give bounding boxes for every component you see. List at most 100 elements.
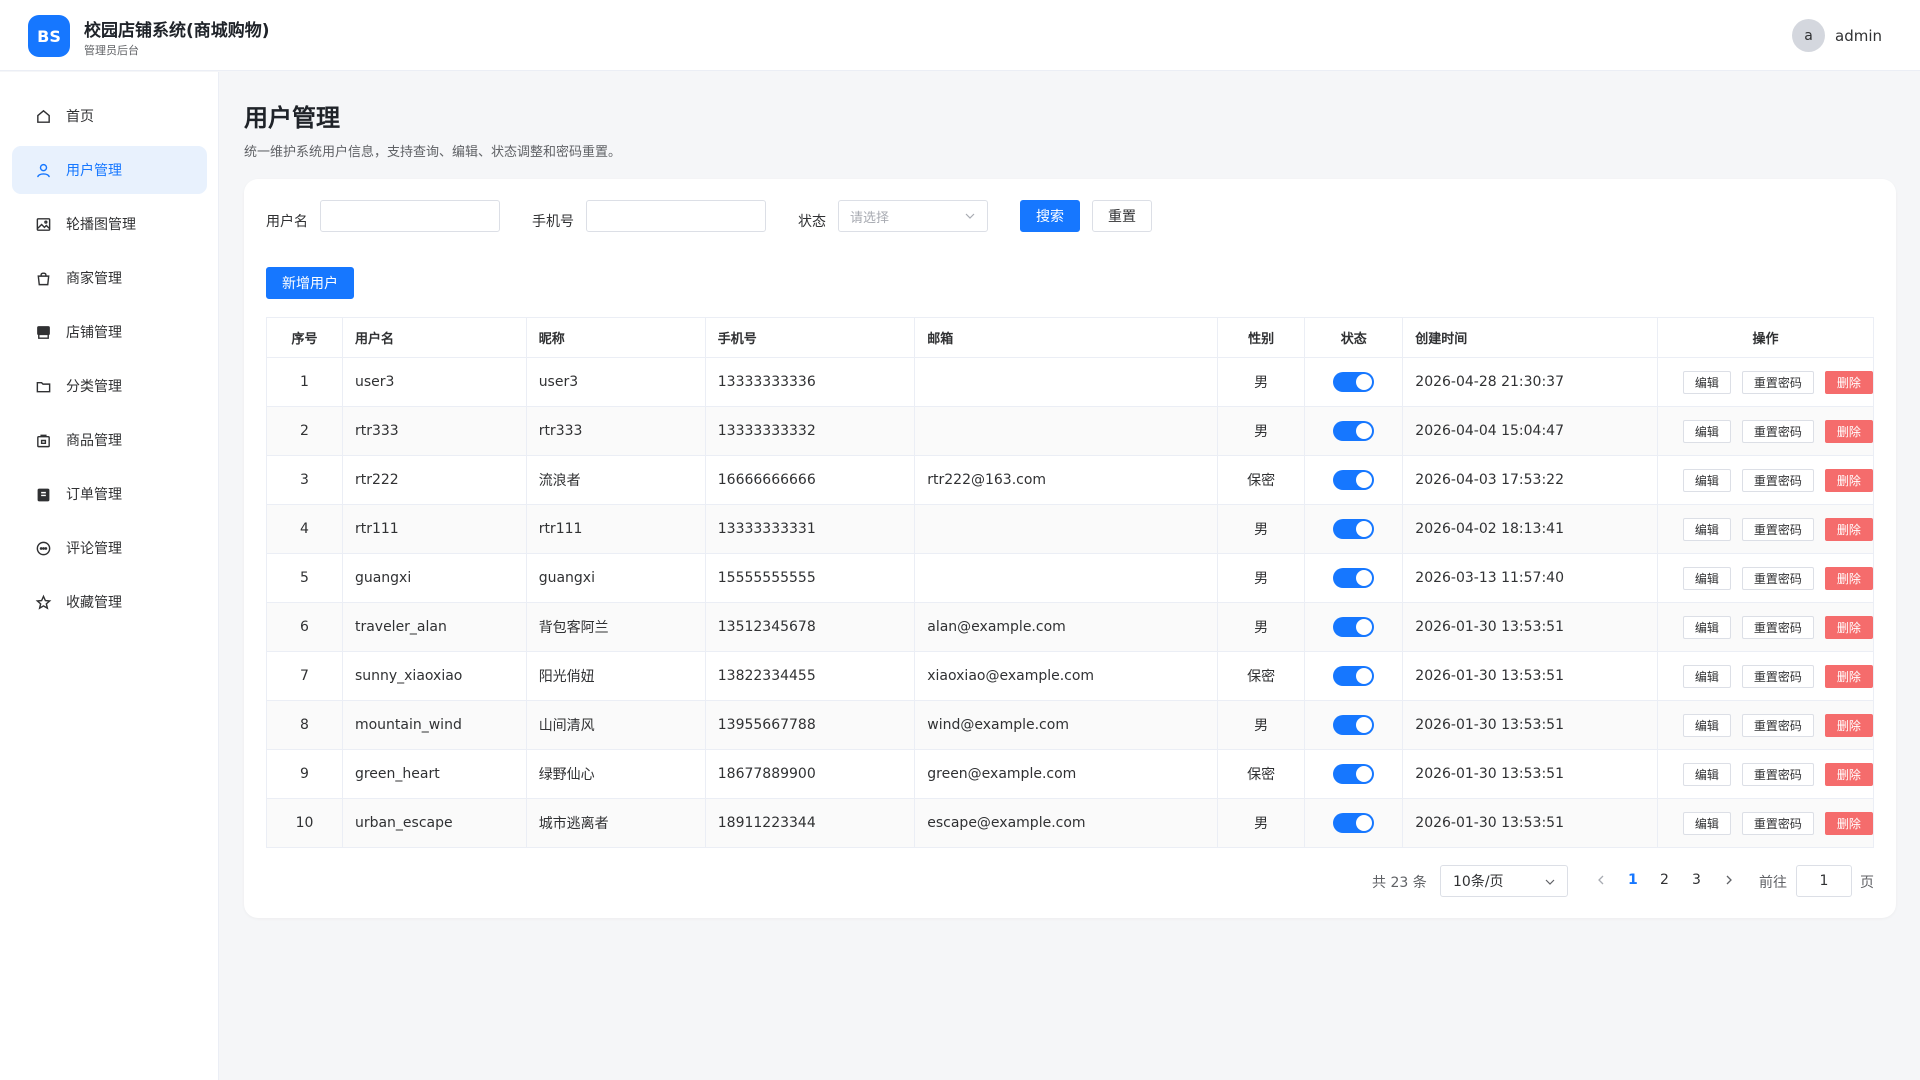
sidebar-item-2[interactable]: 轮播图管理 xyxy=(12,200,207,248)
status-select[interactable]: 请选择 xyxy=(838,200,988,232)
cell-phone: 13512345678 xyxy=(705,602,916,652)
delete-button[interactable]: 删除 xyxy=(1824,664,1873,688)
edit-button[interactable]: 编辑 xyxy=(1682,664,1731,688)
delete-button[interactable]: 删除 xyxy=(1824,713,1873,737)
toggle-knob xyxy=(1356,521,1373,537)
cell-username: mountain_wind xyxy=(342,700,527,750)
edit-button[interactable]: 编辑 xyxy=(1682,566,1731,590)
cell-nickname: rtr111 xyxy=(526,504,706,554)
delete-button[interactable]: 删除 xyxy=(1824,419,1873,443)
sidebar-item-1[interactable]: 用户管理 xyxy=(12,146,207,194)
sidebar-item-4[interactable]: 店铺管理 xyxy=(12,308,207,356)
sidebar-item-9[interactable]: 收藏管理 xyxy=(12,578,207,626)
reset-password-button[interactable]: 重置密码 xyxy=(1741,615,1814,639)
cell-status xyxy=(1304,406,1404,456)
add-user-button[interactable]: 新增用户 xyxy=(266,267,354,299)
delete-button[interactable]: 删除 xyxy=(1824,811,1873,835)
reset-button[interactable]: 重置 xyxy=(1092,200,1152,232)
delete-button[interactable]: 删除 xyxy=(1824,762,1873,786)
cell-phone: 13822334455 xyxy=(705,651,916,701)
toggle-knob xyxy=(1356,766,1373,782)
page-size-select[interactable]: 10条/页 xyxy=(1440,865,1568,897)
reset-password-button[interactable]: 重置密码 xyxy=(1741,713,1814,737)
goods-icon xyxy=(34,431,52,449)
status-toggle[interactable] xyxy=(1333,617,1375,637)
cell-username: user3 xyxy=(342,357,527,407)
cell-username: urban_escape xyxy=(342,798,527,848)
sidebar-item-7[interactable]: 订单管理 xyxy=(12,470,207,518)
edit-button[interactable]: 编辑 xyxy=(1682,762,1731,786)
cell-email: green@example.com xyxy=(914,749,1218,799)
edit-button[interactable]: 编辑 xyxy=(1682,517,1731,541)
cell-actions: 编辑 重置密码 删除 xyxy=(1657,406,1874,456)
status-select-placeholder: 请选择 xyxy=(850,210,890,226)
cell-actions: 编辑 重置密码 删除 xyxy=(1657,455,1874,505)
status-toggle[interactable] xyxy=(1333,715,1375,735)
cell-phone: 16666666666 xyxy=(705,455,916,505)
user-avatar[interactable]: a xyxy=(1792,19,1825,52)
reset-password-button[interactable]: 重置密码 xyxy=(1741,664,1814,688)
reset-password-button[interactable]: 重置密码 xyxy=(1741,419,1814,443)
toggle-knob xyxy=(1356,374,1373,390)
cell-actions: 编辑 重置密码 删除 xyxy=(1657,357,1874,407)
table-row: 10 urban_escape 城市逃离者 18911223344 escape@exa… xyxy=(266,798,1874,848)
reset-password-button[interactable]: 重置密码 xyxy=(1741,811,1814,835)
status-toggle[interactable] xyxy=(1333,764,1375,784)
sidebar-item-6[interactable]: 商品管理 xyxy=(12,416,207,464)
user-name[interactable]: admin xyxy=(1835,27,1882,45)
status-toggle[interactable] xyxy=(1333,568,1375,588)
goto-label: 前往 xyxy=(1759,875,1787,891)
delete-button[interactable]: 删除 xyxy=(1824,370,1873,394)
reset-password-button[interactable]: 重置密码 xyxy=(1741,370,1814,394)
status-toggle[interactable] xyxy=(1333,519,1375,539)
status-toggle[interactable] xyxy=(1333,421,1375,441)
sidebar-item-0[interactable]: 首页 xyxy=(12,92,207,140)
toggle-knob xyxy=(1356,472,1373,488)
delete-button[interactable]: 删除 xyxy=(1824,468,1873,492)
edit-button[interactable]: 编辑 xyxy=(1682,713,1731,737)
status-toggle[interactable] xyxy=(1333,372,1375,392)
reset-password-button[interactable]: 重置密码 xyxy=(1741,566,1814,590)
delete-button[interactable]: 删除 xyxy=(1824,517,1873,541)
next-page-icon[interactable] xyxy=(1722,873,1736,887)
status-toggle[interactable] xyxy=(1333,470,1375,490)
edit-button[interactable]: 编辑 xyxy=(1682,370,1731,394)
page-number-2[interactable]: 2 xyxy=(1660,872,1669,888)
cell-created: 2026-01-30 13:53:51 xyxy=(1402,700,1658,750)
reset-password-button[interactable]: 重置密码 xyxy=(1741,468,1814,492)
sidebar-item-5[interactable]: 分类管理 xyxy=(12,362,207,410)
phone-input[interactable] xyxy=(586,200,766,232)
page-number-3[interactable]: 3 xyxy=(1692,872,1701,888)
sidebar-item-3[interactable]: 商家管理 xyxy=(12,254,207,302)
search-button[interactable]: 搜索 xyxy=(1020,200,1080,232)
status-toggle[interactable] xyxy=(1333,666,1375,686)
edit-button[interactable]: 编辑 xyxy=(1682,615,1731,639)
sidebar-item-label: 分类管理 xyxy=(66,379,122,395)
cell-gender: 男 xyxy=(1217,602,1306,652)
cell-no: 2 xyxy=(266,406,343,456)
reset-password-button[interactable]: 重置密码 xyxy=(1741,517,1814,541)
col-header-email: 邮箱 xyxy=(914,317,1218,358)
username-input[interactable] xyxy=(320,200,500,232)
cell-no: 9 xyxy=(266,749,343,799)
page-number-1[interactable]: 1 xyxy=(1628,872,1638,888)
table-row: 6 traveler_alan 背包客阿兰 13512345678 alan@examp… xyxy=(266,602,1874,652)
prev-page-icon[interactable] xyxy=(1594,873,1608,887)
reset-password-button[interactable]: 重置密码 xyxy=(1741,762,1814,786)
delete-button[interactable]: 删除 xyxy=(1824,615,1873,639)
toggle-knob xyxy=(1356,668,1373,684)
page-title: 用户管理 xyxy=(244,104,340,132)
col-header-username: 用户名 xyxy=(342,317,527,358)
table-row: 5 guangxi guangxi 15555555555 男 2026-03-13 11… xyxy=(266,553,1874,603)
cell-nickname: 流浪者 xyxy=(526,455,706,505)
status-toggle[interactable] xyxy=(1333,813,1375,833)
edit-button[interactable]: 编辑 xyxy=(1682,468,1731,492)
goto-page-input[interactable] xyxy=(1796,865,1852,897)
delete-button[interactable]: 删除 xyxy=(1824,566,1873,590)
sidebar-item-label: 店铺管理 xyxy=(66,325,122,341)
table-row: 4 rtr111 rtr111 13333333331 男 2026-04-02 18:1… xyxy=(266,504,1874,554)
sidebar-item-8[interactable]: 评论管理 xyxy=(12,524,207,572)
edit-button[interactable]: 编辑 xyxy=(1682,419,1731,443)
page-description: 统一维护系统用户信息，支持查询、编辑、状态调整和密码重置。 xyxy=(244,145,622,160)
edit-button[interactable]: 编辑 xyxy=(1682,811,1731,835)
